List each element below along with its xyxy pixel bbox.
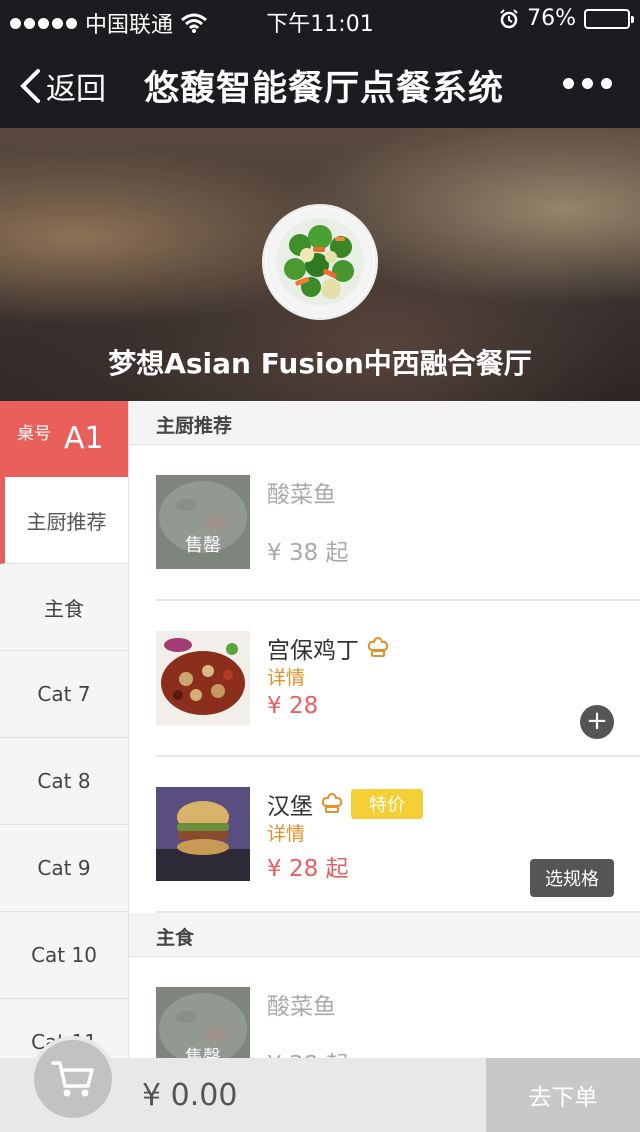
- table-label: 桌号: [17, 424, 51, 444]
- dish-price: ¥ 38 起: [267, 540, 349, 566]
- shop-banner: 梦想Asian Fusion中西融合餐厅: [0, 128, 640, 401]
- menu-list[interactable]: 主厨推荐 售罄 酸菜鱼 ¥ 38 起 宫保鸡丁 详情 ¥ 28 + 汉堡 特价 …: [129, 401, 640, 1061]
- shop-name: 梦想Asian Fusion中西融合餐厅: [108, 347, 532, 380]
- sidebar-item-staple[interactable]: 主食: [0, 564, 128, 651]
- dish-name: 宫保鸡丁: [267, 631, 389, 665]
- more-dots-icon[interactable]: [563, 78, 612, 89]
- sold-out-label: 售罄: [185, 535, 221, 556]
- back-label: 返回: [46, 72, 106, 107]
- dish-image: 售罄: [156, 475, 250, 569]
- select-spec-button[interactable]: 选规格: [530, 859, 614, 897]
- table-value: A1: [64, 421, 104, 456]
- section-header: 主厨推荐: [129, 401, 640, 445]
- special-price-tag: 特价: [351, 789, 423, 819]
- alarm-icon: [500, 8, 518, 28]
- status-bar: 中国联通 下午11:01 76%: [0, 0, 640, 40]
- battery-percent: 76%: [527, 6, 576, 31]
- sidebar-item-cat-8[interactable]: Cat 8: [0, 738, 128, 825]
- dish-price: ¥ 28: [267, 693, 319, 719]
- dish-detail-link[interactable]: 详情: [267, 663, 305, 690]
- sidebar-item-cat-7[interactable]: Cat 7: [0, 651, 128, 738]
- chevron-left-icon: [20, 69, 40, 103]
- section-header: 主食: [129, 913, 640, 957]
- cart-icon: [51, 1061, 94, 1097]
- dish-name: 汉堡 特价: [267, 787, 423, 821]
- back-button[interactable]: 返回: [18, 64, 106, 108]
- top-bar: 中国联通 下午11:01 76% 返回 悠馥智能餐厅点餐系统: [0, 0, 640, 128]
- chef-hat-icon: [367, 637, 389, 657]
- add-to-cart-button[interactable]: +: [580, 705, 614, 739]
- category-sidebar: 桌号 A1 主厨推荐 主食 Cat 7 Cat 8 Cat 9 Cat 10 C…: [0, 401, 129, 1061]
- menu-item[interactable]: 宫保鸡丁 详情 ¥ 28 +: [156, 601, 640, 757]
- app-screen: 中国联通 下午11:01 76% 返回 悠馥智能餐厅点餐系统 梦想Asian F…: [0, 0, 640, 1132]
- nav-bar: 返回 悠馥智能餐厅点餐系统: [0, 40, 640, 128]
- sidebar-item-cat-9[interactable]: Cat 9: [0, 825, 128, 912]
- menu-item[interactable]: 汉堡 特价 详情 ¥ 28 起 选规格: [156, 757, 640, 913]
- dish-name: 酸菜鱼: [267, 482, 336, 508]
- shop-logo: [262, 204, 378, 320]
- cart-button[interactable]: [30, 1036, 116, 1122]
- dish-image: [156, 787, 250, 881]
- page-title: 悠馥智能餐厅点餐系统: [144, 69, 505, 109]
- dish-name: 酸菜鱼: [267, 994, 336, 1020]
- menu-item[interactable]: 售罄 酸菜鱼 ¥ 38 起: [156, 445, 640, 601]
- menu-item[interactable]: 售罄 酸菜鱼 ¥ 38 起: [156, 957, 640, 1061]
- chef-hat-icon: [321, 793, 343, 813]
- dish-image: [156, 631, 250, 725]
- table-number-badge: 桌号 A1: [0, 401, 128, 477]
- battery-icon: [584, 8, 634, 29]
- cart-bar: ¥ 0.00 去下单: [0, 1036, 640, 1132]
- dish-price: ¥ 28 起: [267, 856, 349, 882]
- place-order-button[interactable]: 去下单: [486, 1058, 640, 1132]
- dish-image: 售罄: [156, 987, 250, 1061]
- cart-total: ¥ 0.00: [142, 1078, 238, 1113]
- dish-detail-link[interactable]: 详情: [267, 819, 305, 846]
- status-right: 76%: [499, 6, 634, 31]
- sidebar-item-chef-recommend[interactable]: 主厨推荐: [0, 477, 128, 564]
- sidebar-item-cat-10[interactable]: Cat 10: [0, 912, 128, 999]
